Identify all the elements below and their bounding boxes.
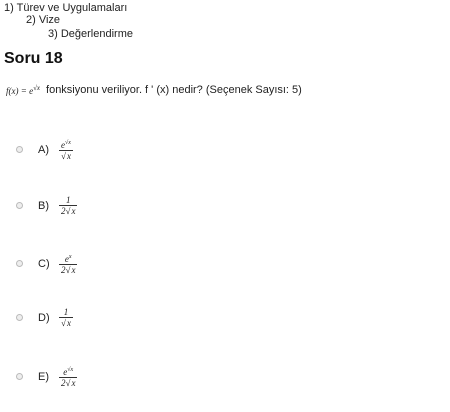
option-letter: C) xyxy=(38,257,50,270)
answer-option-e[interactable]: E) e√x 2√x xyxy=(16,365,78,388)
option-formula-c: ex 2√x xyxy=(59,254,78,275)
option-letter: A) xyxy=(38,143,49,156)
answer-option-d[interactable]: D) 1 √x xyxy=(16,307,73,328)
answer-options: A) e√x √x B) 1 2√x C) ex 2√x D) 1 √x E) … xyxy=(0,0,450,412)
radio-button-a[interactable] xyxy=(16,146,23,153)
option-letter: B) xyxy=(38,199,49,212)
answer-option-b[interactable]: B) 1 2√x xyxy=(16,195,78,216)
radio-button-b[interactable] xyxy=(16,202,23,209)
radio-button-d[interactable] xyxy=(16,314,23,321)
option-formula-b: 1 2√x xyxy=(59,195,78,216)
answer-option-a[interactable]: A) e√x √x xyxy=(16,138,73,161)
radio-button-c[interactable] xyxy=(16,260,23,267)
option-letter: E) xyxy=(38,370,49,383)
radio-button-e[interactable] xyxy=(16,373,23,380)
option-letter: D) xyxy=(38,311,50,324)
option-formula-d: 1 √x xyxy=(59,307,73,328)
option-formula-e: e√x 2√x xyxy=(59,367,78,388)
answer-option-c[interactable]: C) ex 2√x xyxy=(16,252,78,275)
option-formula-a: e√x √x xyxy=(59,140,73,161)
